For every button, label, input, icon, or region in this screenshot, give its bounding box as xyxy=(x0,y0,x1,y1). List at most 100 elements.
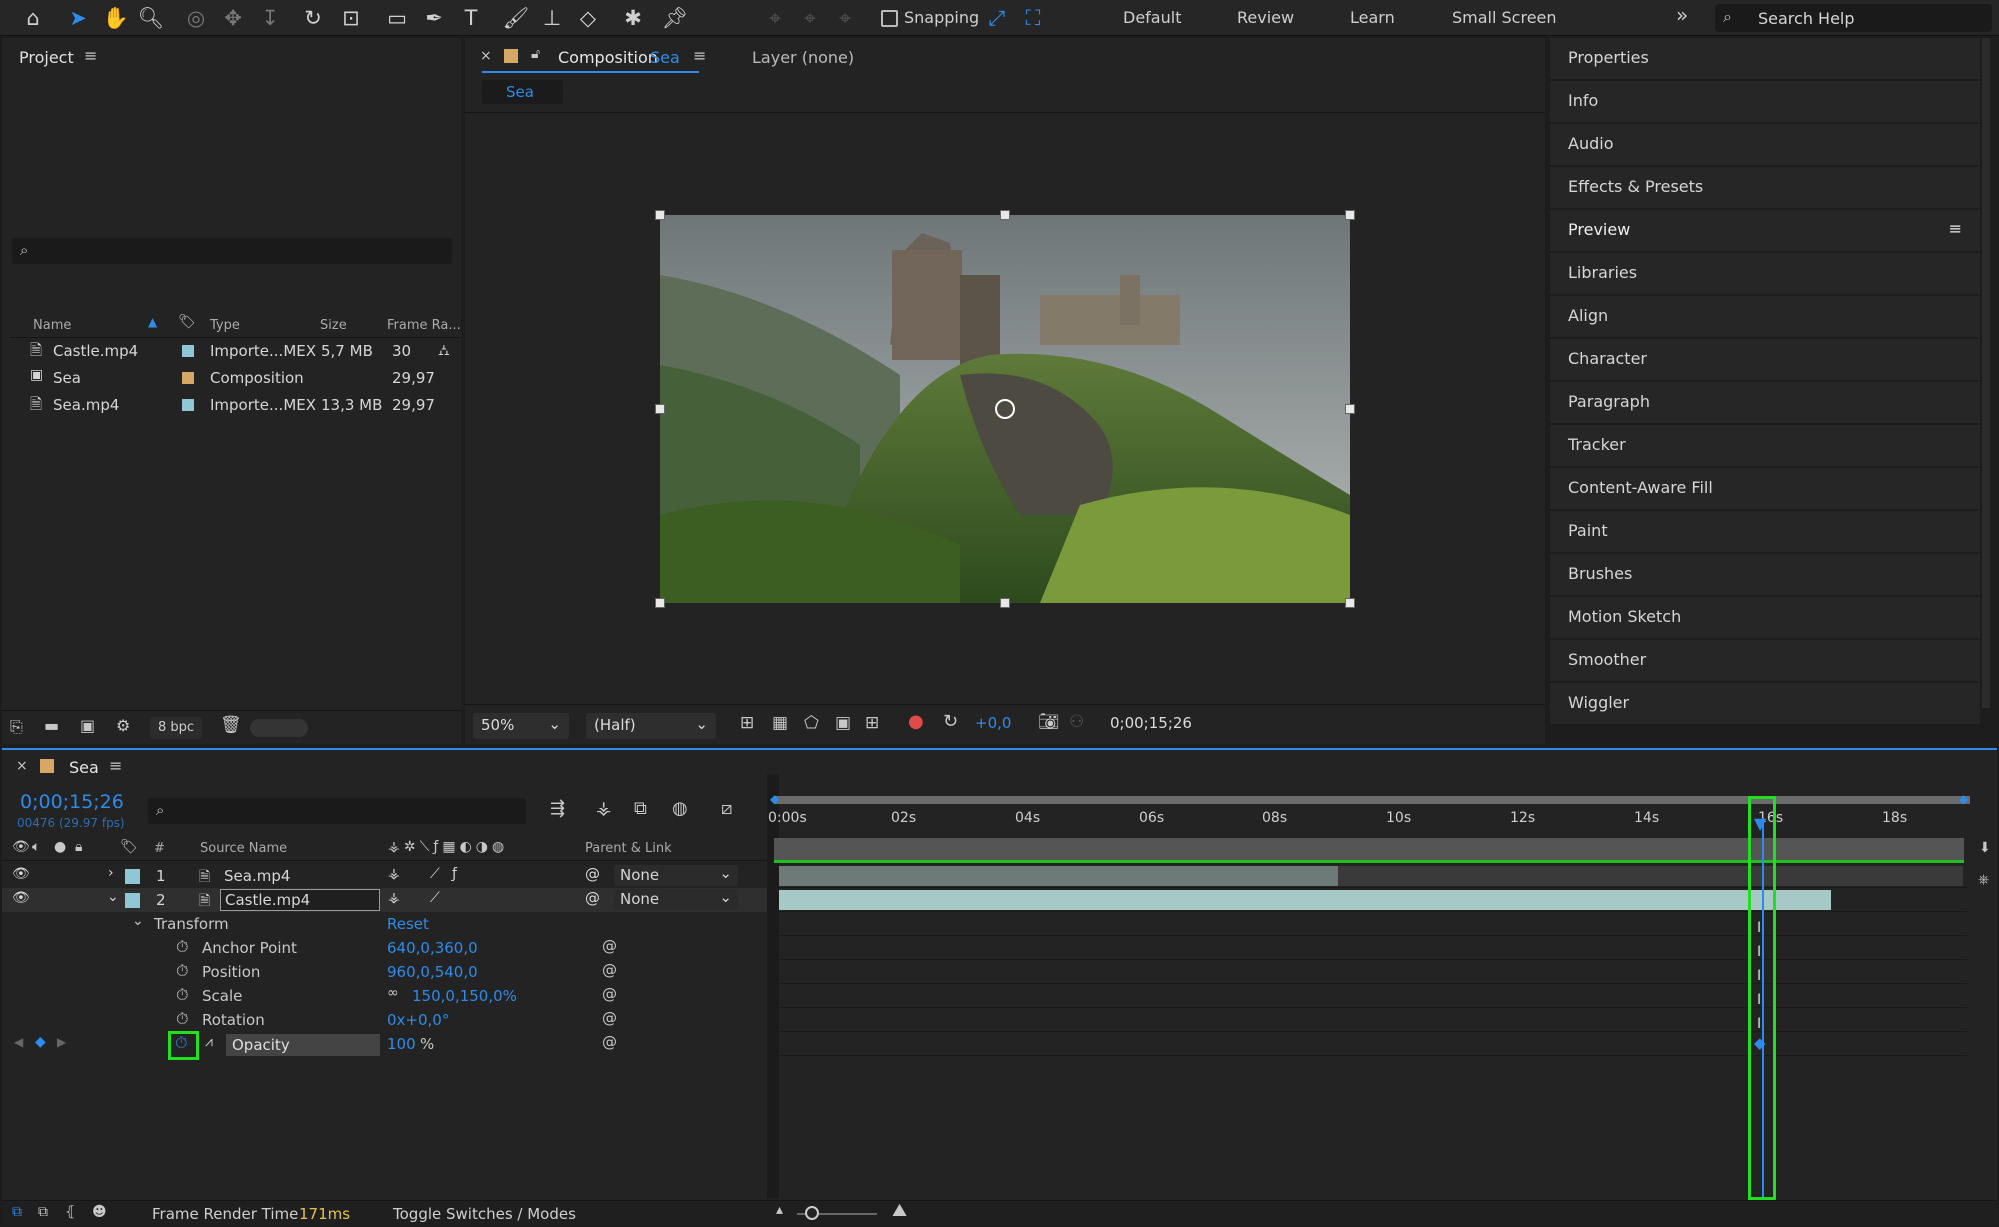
region-of-interest-icon[interactable]: ▣ xyxy=(835,713,851,733)
pan-camera-icon[interactable]: ✥ xyxy=(218,3,248,33)
quality-switch-icon[interactable]: ⟋ xyxy=(430,890,440,906)
selection-tool-icon[interactable]: ➤ xyxy=(63,3,93,33)
workspace-learn[interactable]: Learn xyxy=(1350,8,1395,27)
panel-align[interactable]: Align xyxy=(1550,296,1980,337)
transform-handle[interactable] xyxy=(1345,210,1355,220)
pick-whip-icon[interactable]: @ xyxy=(602,961,617,979)
label-tag-icon[interactable]: 🏷︎ xyxy=(178,314,196,330)
pick-whip-icon[interactable]: @ xyxy=(602,985,617,1003)
clone-stamp-tool-icon[interactable]: ⊥ xyxy=(537,3,567,33)
workspace-review[interactable]: Review xyxy=(1237,8,1294,27)
motion-blur-icon[interactable]: ◍ xyxy=(672,798,688,819)
panel-smoother[interactable]: Smoother xyxy=(1550,640,1980,681)
layer-bar-sea[interactable] xyxy=(779,866,1338,886)
frame-blending-icon[interactable]: ⧉ xyxy=(634,798,647,819)
transform-handle[interactable] xyxy=(655,404,665,414)
work-area-start-handle[interactable]: ◆ xyxy=(770,792,779,806)
lock-icon[interactable]: 🔓︎ xyxy=(531,46,540,62)
color-channels-icon[interactable]: ● xyxy=(908,711,924,732)
timeline-menu-icon[interactable]: ≡ xyxy=(109,756,122,775)
panel-info[interactable]: Info xyxy=(1550,81,1980,122)
expand-arrow-icon[interactable]: › xyxy=(108,865,114,881)
column-size[interactable]: Size xyxy=(320,318,347,333)
transform-reset-link[interactable]: Reset xyxy=(387,915,429,933)
shy-switch-icon[interactable]: ⚶ xyxy=(388,866,400,882)
panel-menu-icon[interactable]: ≡ xyxy=(1949,219,1962,238)
composition-viewer[interactable] xyxy=(660,215,1350,603)
new-composition-icon[interactable]: ▣ xyxy=(80,716,95,735)
workspace-small-screen[interactable]: Small Screen xyxy=(1452,8,1557,27)
collapse-arrow-icon[interactable]: ⌄ xyxy=(107,889,119,905)
thumbnail-slider[interactable] xyxy=(250,719,308,737)
reset-exposure-icon[interactable]: ↻ xyxy=(943,711,958,732)
pick-whip-icon[interactable]: @ xyxy=(602,937,617,955)
rotation-value[interactable]: 0x+0,0° xyxy=(387,1011,449,1029)
transform-handle[interactable] xyxy=(655,598,665,608)
dolly-camera-icon[interactable]: ↧ xyxy=(255,3,285,33)
add-keyframe-icon[interactable]: ◆ xyxy=(35,1034,46,1050)
project-menu-icon[interactable]: ≡ xyxy=(84,46,97,65)
column-parent-link[interactable]: Parent & Link xyxy=(585,841,672,856)
layer-label-swatch[interactable] xyxy=(125,893,140,908)
panel-tracker[interactable]: Tracker xyxy=(1550,425,1980,466)
transform-handle[interactable] xyxy=(655,210,665,220)
column-source-name[interactable]: Source Name xyxy=(200,841,287,856)
in-out-toggle-icon[interactable]: ⦃ xyxy=(65,1204,75,1220)
mask-visibility-icon[interactable]: ⬠ xyxy=(804,713,819,733)
panel-audio[interactable]: Audio xyxy=(1550,124,1980,165)
stopwatch-icon[interactable]: ⏱︎ xyxy=(176,961,188,981)
zoom-in-icon[interactable]: ⛰ xyxy=(892,1200,907,1221)
layer-switches-toggle-icon[interactable]: ⧉ xyxy=(12,1204,22,1220)
panel-libraries[interactable]: Libraries xyxy=(1550,253,1980,294)
panel-effects-presets[interactable]: Effects & Presets xyxy=(1550,167,1980,208)
eye-icon[interactable]: 👁︎ xyxy=(12,890,30,906)
resolution-dropdown[interactable]: (Half) ⌄ xyxy=(586,713,716,739)
transform-handle[interactable] xyxy=(1000,210,1010,220)
zoom-out-icon[interactable]: ▴ xyxy=(776,1202,783,1218)
timeline-search-input[interactable]: ⌕ xyxy=(148,798,526,824)
brush-tool-icon[interactable]: 🖌︎ xyxy=(501,3,531,33)
comp-mini-flowchart-icon[interactable]: ⇶ xyxy=(550,798,565,819)
panel-motion-sketch[interactable]: Motion Sketch xyxy=(1550,597,1980,638)
label-color-swatch[interactable] xyxy=(182,372,194,384)
project-settings-icon[interactable]: ⚙ xyxy=(116,716,130,735)
right-panels-scrollbar[interactable] xyxy=(1982,38,1990,708)
more-workspaces-icon[interactable]: » xyxy=(1676,3,1688,27)
axis-world-icon[interactable]: ⌖ xyxy=(795,3,825,33)
transform-handle[interactable] xyxy=(1000,598,1010,608)
stopwatch-icon[interactable]: ⏱︎ xyxy=(176,1009,188,1029)
layer-name[interactable]: Sea.mp4 xyxy=(224,867,290,885)
pick-whip-icon[interactable]: @ xyxy=(602,1033,617,1051)
type-tool-icon[interactable]: T xyxy=(456,3,486,33)
previous-keyframe-icon[interactable]: ◀ xyxy=(14,1035,23,1049)
axis-local-icon[interactable]: ⌖ xyxy=(760,3,790,33)
pick-whip-icon[interactable]: @ xyxy=(585,865,600,883)
close-tab-icon[interactable]: × xyxy=(480,48,492,64)
shy-layers-icon[interactable]: ⚶ xyxy=(596,798,611,819)
timeline-comp-name[interactable]: Sea xyxy=(69,758,99,777)
stopwatch-icon[interactable]: ⏱︎ xyxy=(176,985,188,1005)
layer-bar-castle[interactable] xyxy=(779,890,1831,910)
hand-tool-icon[interactable]: ✋ xyxy=(101,3,131,33)
show-snapshot-icon[interactable]: ⚇ xyxy=(1069,712,1084,732)
transparency-grid-icon[interactable]: ▦ xyxy=(772,713,788,733)
comp-menu-icon[interactable]: ≡ xyxy=(693,46,706,65)
shy-switch-icon[interactable]: ⚶ xyxy=(388,890,400,906)
layer-row-sea[interactable]: 👁︎ › 1 🗎 Sea.mp4 ⚶ ⟋ ƒ @ None ⌄ xyxy=(2,864,767,888)
effects-switch-icon[interactable]: ƒ xyxy=(452,866,457,882)
graph-editor-icon[interactable]: ⧄ xyxy=(721,798,732,819)
layer-tab[interactable]: Layer (none) xyxy=(752,48,854,67)
pan-behind-tool-icon[interactable]: ⊡ xyxy=(336,3,366,33)
next-keyframe-icon[interactable]: ▶ xyxy=(57,1035,66,1049)
magnification-dropdown[interactable]: 50% ⌄ xyxy=(473,713,569,739)
rotate-tool-icon[interactable]: ↻ xyxy=(298,3,328,33)
orbit-camera-icon[interactable]: ◎ xyxy=(181,3,211,33)
column-frame-rate[interactable]: Frame Ra... xyxy=(387,318,461,333)
opacity-property-selected[interactable]: Opacity xyxy=(226,1034,380,1056)
toggle-switches-modes[interactable]: Toggle Switches / Modes xyxy=(393,1205,576,1223)
project-item-castle[interactable]: 🗎 Castle.mp4 Importe...MEX 5,7 MB 30 ⛼ xyxy=(10,338,460,365)
snap-edges-icon[interactable]: ⤢ xyxy=(982,3,1012,33)
puppet-pin-tool-icon[interactable]: 📌︎ xyxy=(660,3,690,33)
anchor-point-icon[interactable] xyxy=(995,399,1015,419)
snapping-checkbox[interactable] xyxy=(881,10,898,27)
